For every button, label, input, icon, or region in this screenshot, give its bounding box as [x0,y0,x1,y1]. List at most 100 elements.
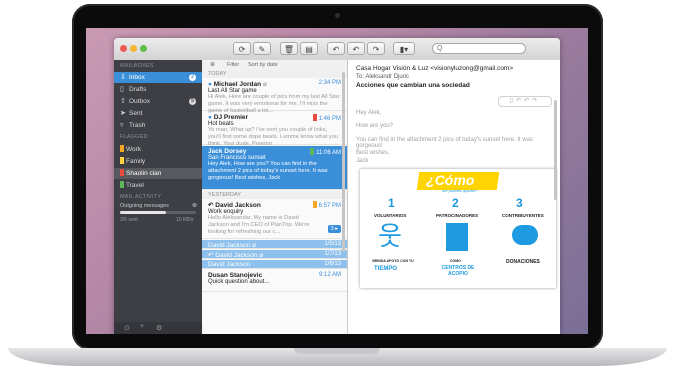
sidebar: MAILBOXES ⇩ Inbox 2 ▯ Drafts ⇧ Outbox 5 ➤ Se… [114,60,202,334]
sidebar-item-travel[interactable]: Travel [114,180,202,191]
flag-icon [120,145,124,152]
poster-label: PATROCINADORES [436,213,479,218]
sidebar-item-work[interactable]: Work [114,144,202,155]
timestamp: 9:12 AM [318,272,341,278]
attachment-icon: ⌀ [262,81,267,88]
search-icon: Q [437,45,443,52]
timestamp: 2:34 PM [318,80,341,86]
poster-small: BRINDA APOYO CON TU [372,259,414,263]
thread-count-badge[interactable]: 3 ▸ [327,225,341,233]
sender-address: Casa Hogar Visión & Luz <visionyluzong@g… [356,65,514,72]
unread-dot-icon: ● [208,81,212,88]
archive-icon[interactable]: ▤ [300,42,318,55]
reading-pane: Casa Hogar Visión & Luz <visionyluzong@g… [348,60,560,334]
minimize-button[interactable] [130,45,137,52]
recipient: To: Aleksandr Djuric [356,74,410,80]
camera-icon [335,13,340,18]
sidebar-item-label: Travel [126,182,144,189]
attachment-icon: ⌀ [252,242,257,249]
email-subject: Acciones que cambian una sociedad [356,82,470,89]
outbox-badge: 5 [189,98,196,105]
filter-button[interactable]: Filter [227,62,239,68]
sidebar-item-outbox[interactable]: ⇧ Outbox 5 [114,96,202,107]
desktop-screen: ⟳ ✎ 🗑 ▤ ↶ ↶ ↷ ▮▾ Q MAILBOXES ⇩ Inbox 2 ▯ D… [86,28,588,334]
poster-big: TIEMPO [374,266,398,272]
greeting: Hey Alek, [356,110,382,116]
close-button[interactable] [120,45,127,52]
message-list: ⊕ Filter Sort by date TODAY ● Michael Jo… [202,60,348,334]
search-input[interactable]: Q [432,43,526,54]
reply-all-icon[interactable]: ↶ [347,42,365,55]
flagged-heading: FLAGGED [120,134,148,140]
filter-icon[interactable]: ⊕ [210,61,215,68]
unread-badge: 2 [189,74,196,81]
sidebar-item-sent[interactable]: ➤ Sent [114,108,202,119]
poster-big: CENTROS DE ACOPIO [441,265,475,277]
forward-icon[interactable]: ↷ [367,42,385,55]
drafts-icon: ▯ [120,86,124,93]
sidebar-item-trash[interactable]: ▿ Trash [114,120,202,131]
sender: Michael Jordan [213,81,262,88]
reply-icon[interactable]: ↶ [327,42,345,55]
list-scrollbar[interactable] [342,72,345,252]
unread-dot-icon: ● [208,114,212,121]
sender: David Jackson [208,261,251,268]
poster-big: DONACIONES [506,259,540,265]
body-line: You can find in the attachment 2 pics of… [356,137,534,149]
attachment-icon: ⌀ [259,252,264,259]
list-item[interactable]: Dusan Stanojevic 9:12 AM Quick question … [202,270,347,292]
sidebar-item-label: Sent [129,110,143,117]
reply-all-icon[interactable]: ↶ [524,98,532,104]
donation-icon [512,225,538,245]
sender: David Jackson [215,252,258,259]
timestamp: 1/6/13 [324,261,341,267]
list-item[interactable]: ● Michael Jordan ⌀ 2:34 PM Last All Star… [202,78,347,114]
timestamp: 1/7/13 [324,251,341,257]
trash-icon[interactable]: 🗑 [280,42,298,55]
status-icon[interactable]: ⊙ [124,324,130,332]
add-icon[interactable]: + [140,323,144,330]
poster-num: 2 [452,196,459,210]
sidebar-item-inbox[interactable]: ⇩ Inbox 2 [114,72,202,83]
timestamp: 1/5/13 [324,241,341,247]
compose-icon[interactable]: ✎ [253,42,271,55]
thread-item[interactable]: David Jackson 1/6/13 [202,260,347,269]
list-item[interactable]: ↶ David Jackson 6:57 PM Work enquiry Hel… [202,199,347,239]
sidebar-item-drafts[interactable]: ▯ Drafts [114,84,202,95]
poster-small: COMO [450,259,461,263]
flag-icon [312,201,317,208]
thread-item[interactable]: ↶ David Jackson ⌀ 1/7/13 [202,250,347,259]
list-item-selected[interactable]: Jack Dorsey 11:06 AM San Francisco sunse… [202,146,347,190]
sidebar-item-label: Shaolin clan [126,170,162,177]
sidebar-item-family[interactable]: Family [114,156,202,167]
zoom-button[interactable] [140,45,147,52]
reply-icon: ↶ [208,252,214,259]
poster-num: 1 [388,196,395,210]
flag-icon [120,181,124,188]
message-actions[interactable]: ▯↶↶↷ [498,96,552,107]
sort-button[interactable]: Sort by date [248,62,278,68]
sidebar-item-label: Work [126,146,142,153]
preview: Hello Aleksandar, My name is David Jacks… [208,215,310,235]
refresh-icon[interactable]: ⟳ [233,42,251,55]
sidebar-item-shaolin-clan[interactable]: Shaolin clan [114,168,202,179]
reader-scrollbar[interactable] [554,100,557,200]
sender: David Jackson [215,202,261,209]
list-item[interactable]: ● DJ Premier 1:46 PM Hot beats Yo man, W… [202,112,347,147]
attachment-image[interactable]: ¿Cómo me puedes ayudar? 1 VOLUNTARIOS 웃 … [360,169,556,288]
outgoing-label: Outgoing messages [120,203,169,209]
stop-icon[interactable]: ⊗ [192,202,197,209]
flag-menu-icon[interactable]: ▮▾ [393,42,415,55]
flag-icon [312,114,317,121]
progress-bar [120,211,196,214]
sent-icon: ➤ [120,110,126,117]
volunteers-icon: 웃 [378,221,402,251]
signoff: Best wishes, [356,150,390,156]
gear-icon[interactable]: ⚙ [156,324,162,332]
body-line: How are you? [356,123,394,129]
sidebar-item-label: Drafts [129,86,147,93]
thread-item[interactable]: David Jackson ⌀ 1/5/13 [202,240,347,249]
forward-icon[interactable]: ↷ [532,98,540,104]
reply-icon[interactable]: ↶ [516,98,524,104]
toolbar: ⟳ ✎ 🗑 ▤ ↶ ↶ ↷ ▮▾ Q [114,38,560,61]
